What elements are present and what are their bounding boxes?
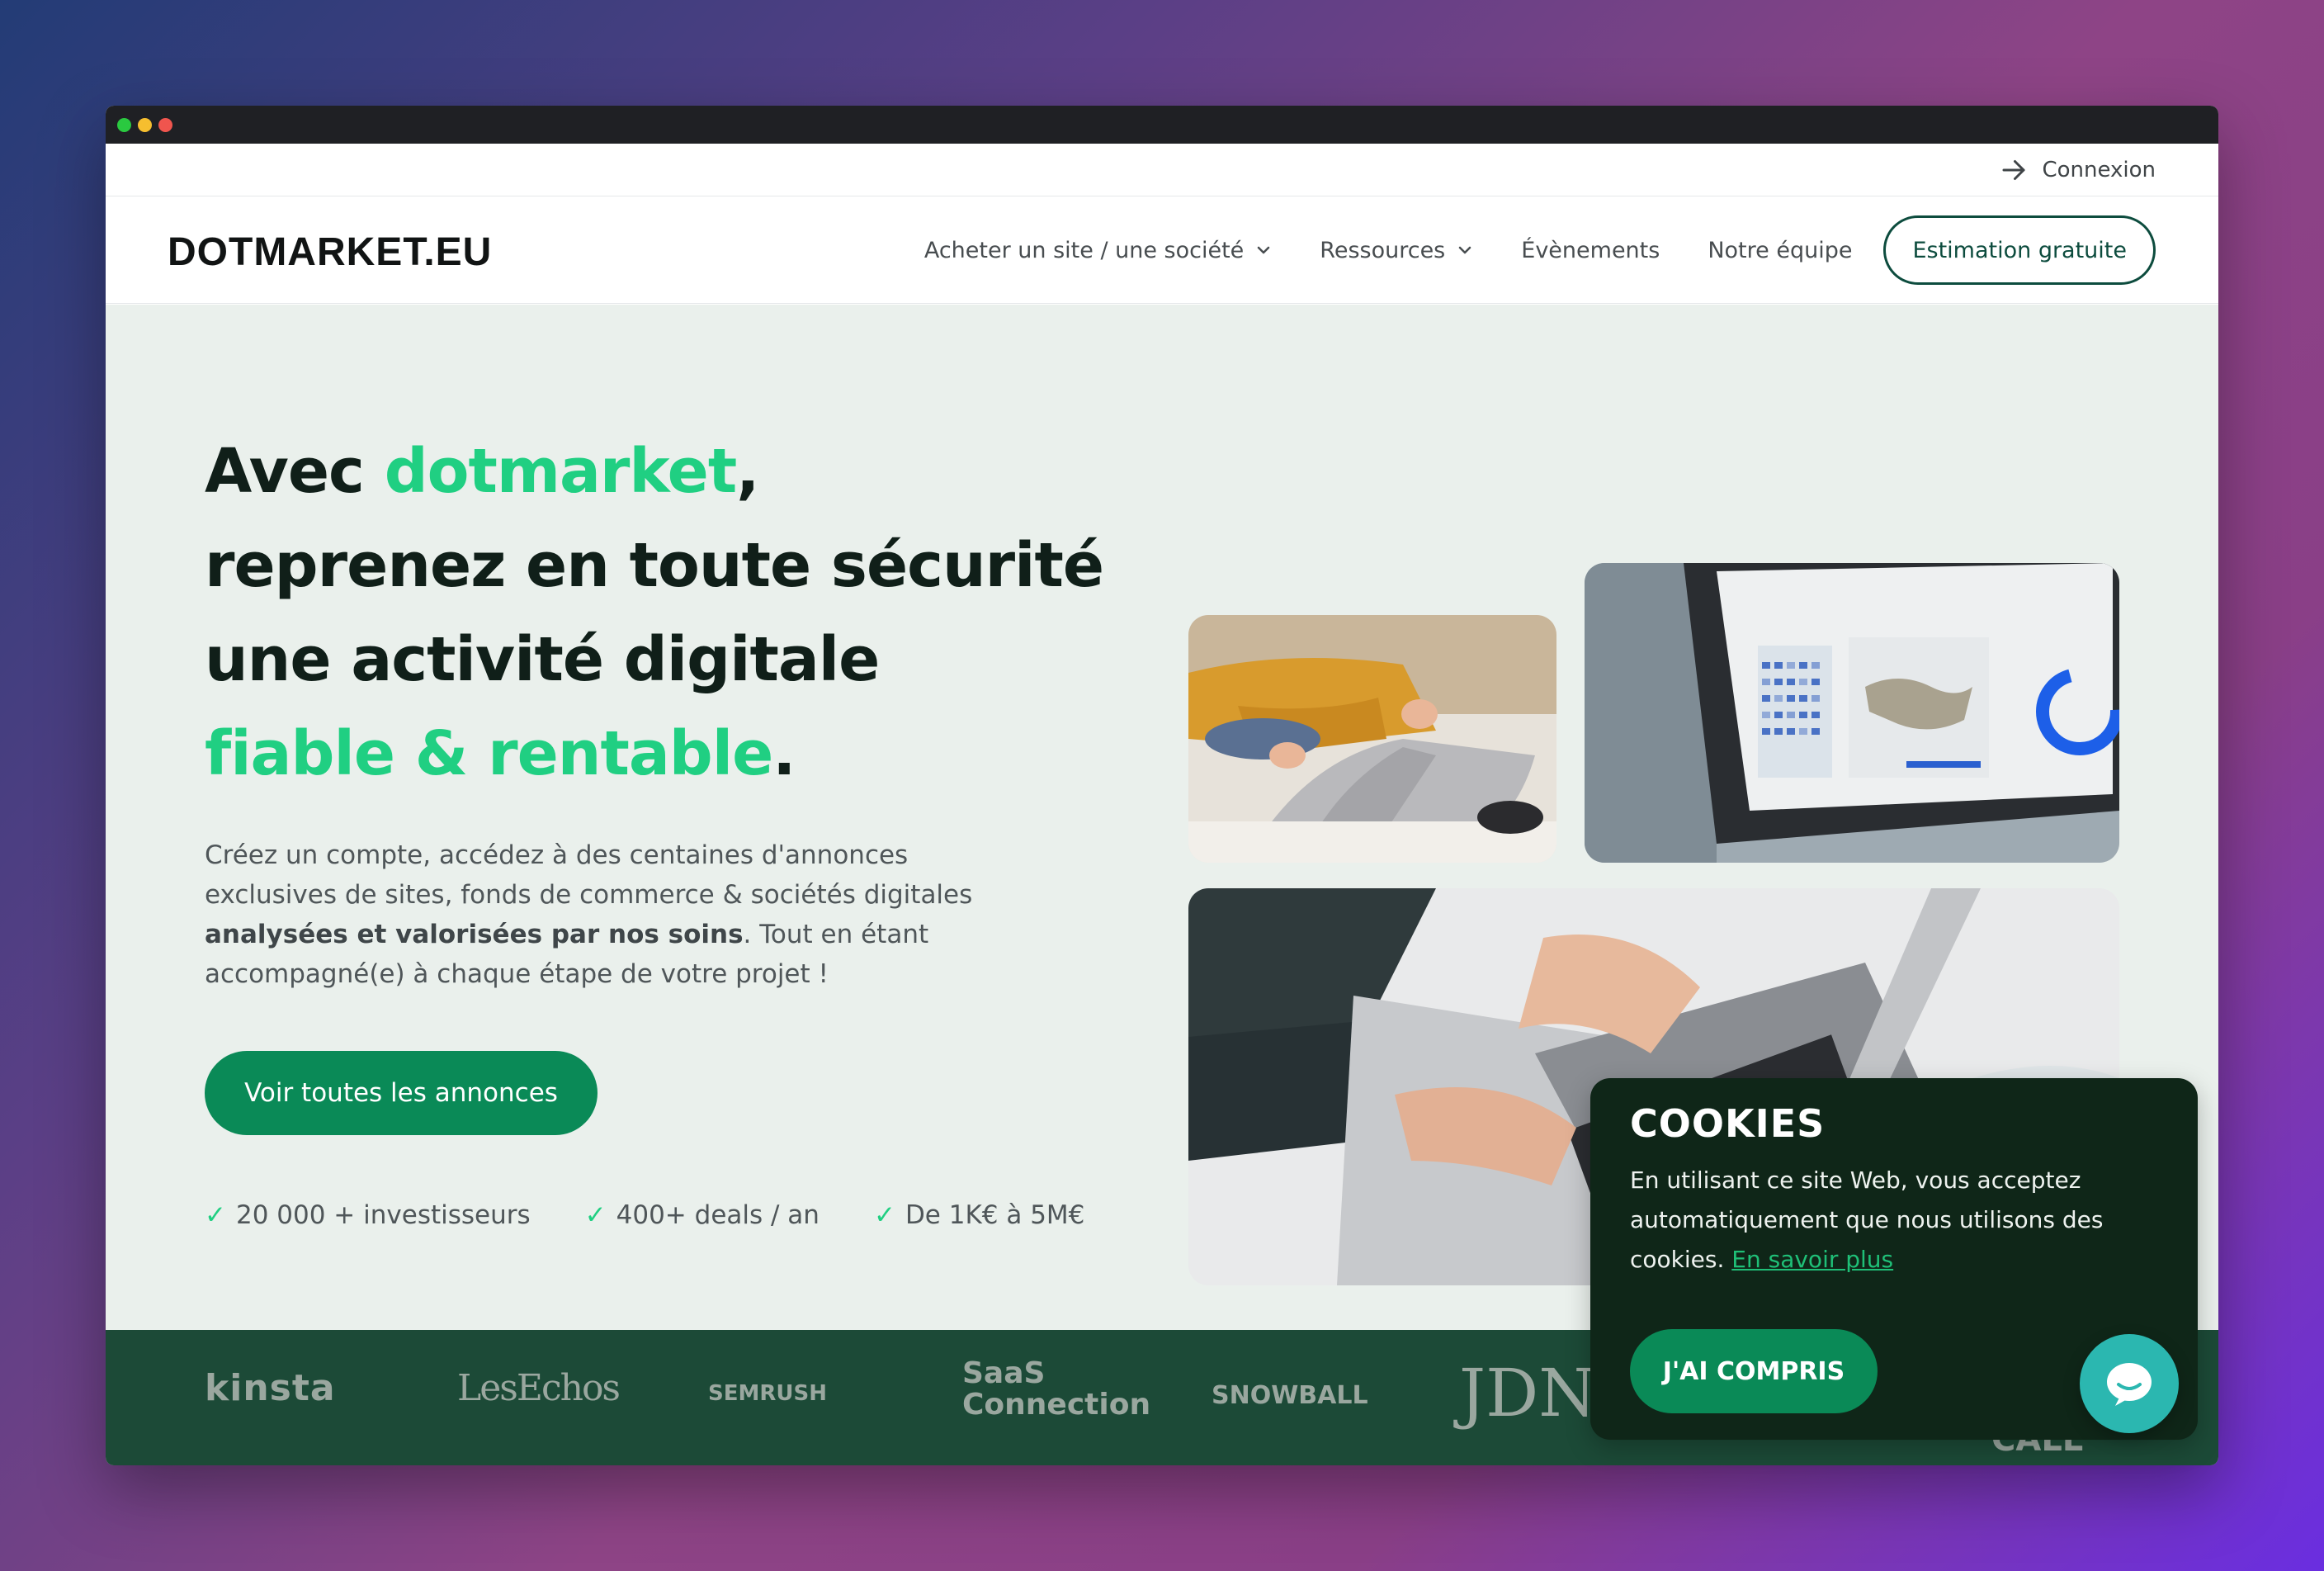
headline-text: reprenez en toute sécurité: [205, 530, 1104, 601]
headline-brand: dotmarket: [384, 436, 738, 507]
chat-bubble-icon: [2107, 1363, 2152, 1406]
window-close-dot[interactable]: [117, 118, 131, 132]
headline-text: Avec: [205, 436, 385, 507]
nav-item-label: Évènements: [1521, 237, 1660, 263]
headline-text: ,: [736, 436, 759, 507]
check-icon: ✓: [873, 1200, 895, 1230]
nav-item-team[interactable]: Notre équipe: [1708, 238, 1852, 263]
cookie-title: COOKIES: [1630, 1101, 1826, 1146]
logo-kinsta: kinsta: [205, 1367, 336, 1409]
login-label: Connexion: [2042, 158, 2156, 182]
stat-item: ✓ 20 000 + investisseurs: [205, 1200, 531, 1230]
check-icon: ✓: [584, 1200, 607, 1230]
headline-text: .: [772, 718, 796, 789]
main-nav: DOTMARKET.EU Acheter un site / une socié…: [106, 196, 2218, 304]
nav-item-label: Notre équipe: [1708, 237, 1853, 263]
stat-item: ✓ 400+ deals / an: [585, 1200, 820, 1230]
nav-item-events[interactable]: Évènements: [1521, 238, 1660, 263]
logo-semrush: SEMRUSH: [708, 1381, 827, 1406]
check-icon: ✓: [205, 1200, 226, 1230]
logo-saas-connection: SaaS Connection: [962, 1356, 1151, 1422]
hero-photo-laptop-rug: [1188, 615, 1556, 863]
description-text: Créez un compte, accédez à des centaines…: [205, 840, 973, 910]
login-link[interactable]: Connexion: [1999, 155, 2156, 185]
stat-label: 20 000 + investisseurs: [235, 1200, 531, 1230]
headline-highlight: fiable & rentable: [205, 718, 773, 789]
stat-label: De 1K€ à 5M€: [905, 1200, 1085, 1230]
logo-snowball: SNOWBALL: [1212, 1381, 1368, 1410]
accept-cookies-button[interactable]: J'AI COMPRIS: [1630, 1329, 1878, 1413]
chevron-down-icon: [1258, 246, 1270, 254]
nav-item-resources[interactable]: Ressources: [1320, 238, 1473, 263]
chat-launcher-button[interactable]: [2080, 1334, 2179, 1433]
logo-jdn: JDN: [1459, 1355, 1597, 1431]
window-titlebar: [106, 106, 2218, 144]
free-estimate-button[interactable]: Estimation gratuite: [1883, 215, 2156, 285]
nav-item-label: Acheter un site / une société: [923, 237, 1245, 263]
site-logo[interactable]: DOTMARKET.EU: [168, 229, 492, 275]
chevron-down-icon: [1459, 246, 1471, 254]
view-listings-button[interactable]: Voir toutes les annonces: [205, 1051, 598, 1135]
window-maximize-dot[interactable]: [158, 118, 172, 132]
window-minimize-dot[interactable]: [138, 118, 152, 132]
nav-menu: Acheter un site / une société Ressources…: [876, 215, 2156, 285]
hero-description: Créez un compte, accédez à des centaines…: [205, 835, 980, 994]
arrow-right-icon: [2002, 160, 2025, 180]
nav-item-buy[interactable]: Acheter un site / une société: [924, 238, 1272, 263]
logo-lesechos: LesEchos: [457, 1367, 621, 1409]
learn-more-link[interactable]: En savoir plus: [1731, 1246, 1893, 1273]
cookie-text: En utilisant ce site Web, vous acceptez …: [1630, 1161, 2158, 1280]
stat-label: 400+ deals / an: [616, 1200, 820, 1230]
description-bold: analysées et valorisées par nos soins: [205, 920, 744, 949]
stat-item: ✓ De 1K€ à 5M€: [874, 1200, 1084, 1230]
hero-stats: ✓ 20 000 + investisseurs ✓ 400+ deals / an…: [205, 1200, 1084, 1230]
hero-headline: Avec dotmarket, reprenez en toute sécuri…: [205, 424, 1195, 801]
headline-text: une activité digitale: [205, 624, 880, 695]
nav-item-label: Ressources: [1320, 237, 1446, 263]
top-utility-bar: Connexion: [106, 144, 2218, 196]
hero-photo-dashboard: [1585, 563, 2119, 863]
